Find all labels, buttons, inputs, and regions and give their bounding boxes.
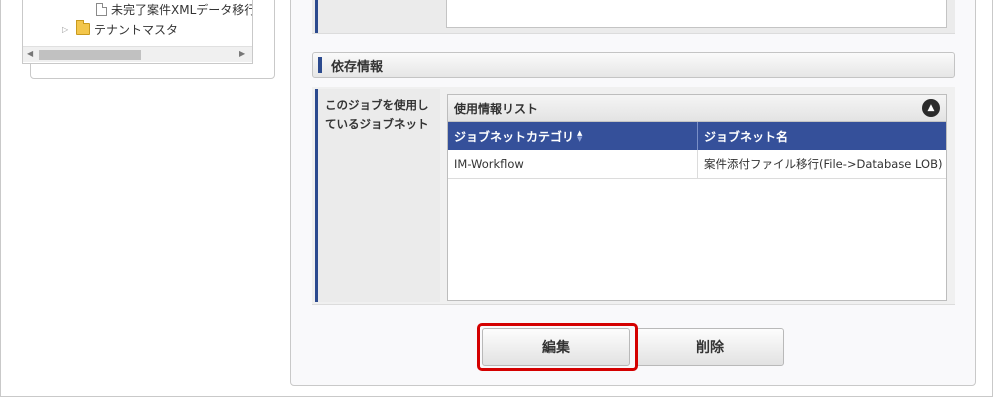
section-title: 依存情報 xyxy=(331,59,384,75)
dependency-row: このジョブを使用し ているジョブネット 使用情報リスト ▲ ジョブネットカテゴリ… xyxy=(312,87,955,305)
label-line-1: このジョブを使用し xyxy=(325,98,429,112)
scroll-right-icon[interactable]: ▶ xyxy=(239,49,245,58)
expand-arrow-icon[interactable]: ▷ xyxy=(62,25,76,34)
label-line-2: ているジョブネット xyxy=(325,117,429,131)
scroll-thumb[interactable] xyxy=(39,50,141,60)
column-header-label: ジョブネット名 xyxy=(704,129,789,144)
section-header-dependency: 依存情報 xyxy=(312,52,955,78)
dependency-row-label: このジョブを使用し ているジョブネット xyxy=(315,89,440,302)
previous-field-label xyxy=(315,0,438,33)
grid-caption-title: 使用情報リスト xyxy=(454,101,539,116)
previous-field-value[interactable] xyxy=(446,0,947,28)
column-header-label: ジョブネットカテゴリ xyxy=(454,129,575,144)
grid-header-row: ジョブネットカテゴリ ▲ ▼ ジョブネット名 xyxy=(448,122,946,150)
tree-item-xml-migration[interactable]: 未完了案件XMLデータ移行 xyxy=(96,0,253,18)
usage-info-grid: 使用情報リスト ▲ ジョブネットカテゴリ ▲ ▼ ジョブネット名 IM-Workf… xyxy=(447,94,947,301)
edit-button-highlight xyxy=(477,323,638,371)
table-row[interactable]: IM-Workflow 案件添付ファイル移行(File->Database LO… xyxy=(448,150,946,179)
delete-button[interactable]: 削除 xyxy=(636,328,784,366)
cell-jobnet-name: 案件添付ファイル移行(File->Database LOB) xyxy=(704,157,943,171)
tree-item-label: 未完了案件XMLデータ移行 xyxy=(111,2,253,17)
job-tree: 未完了案件XMLデータ移行 ▷ テナントマスタ ◀ ▶ xyxy=(22,0,253,64)
tree-item-tenant-master[interactable]: ▷ テナントマスタ xyxy=(62,20,178,38)
horizontal-scrollbar[interactable]: ◀ ▶ xyxy=(23,46,252,62)
column-header-category[interactable]: ジョブネットカテゴリ ▲ ▼ xyxy=(448,122,698,150)
folder-icon xyxy=(76,20,90,35)
tree-item-label: テナントマスタ xyxy=(94,22,179,37)
cell-category: IM-Workflow xyxy=(448,150,698,178)
scroll-left-icon[interactable]: ◀ xyxy=(27,49,33,58)
grid-caption: 使用情報リスト ▲ xyxy=(448,95,946,122)
column-header-jobnet-name[interactable]: ジョブネット名 xyxy=(698,122,946,150)
section-accent-bar xyxy=(318,57,322,73)
previous-field-row xyxy=(312,0,955,34)
sort-icon[interactable]: ▲ ▼ xyxy=(577,130,582,143)
collapse-up-icon[interactable]: ▲ xyxy=(922,99,940,117)
file-icon xyxy=(96,2,107,16)
